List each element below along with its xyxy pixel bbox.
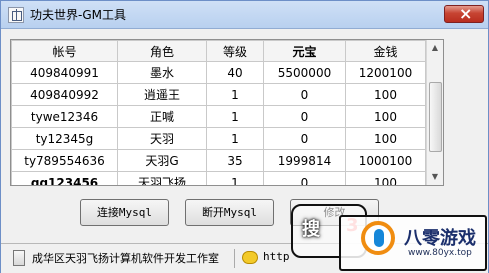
table-row[interactable]: qq123456 天羽飞扬 1 0 100	[11, 171, 426, 185]
site-logo-icon	[361, 221, 395, 255]
cell-account[interactable]: tywe12346	[11, 105, 118, 128]
document-icon	[13, 250, 25, 266]
cell-role[interactable]: 天羽飞扬	[117, 171, 207, 185]
cell-yuanbao[interactable]: 5500000	[263, 61, 346, 84]
table-header-row: 帐号 角色 等级 元宝 金钱	[11, 40, 426, 62]
cell-level[interactable]: 1	[206, 171, 264, 185]
cell-money[interactable]: 1200100	[345, 61, 426, 84]
website-link[interactable]: http	[263, 250, 290, 263]
cell-role[interactable]: 正喊	[117, 105, 207, 128]
cell-role[interactable]: 天羽G	[117, 149, 207, 172]
table-row[interactable]: tywe12346 正喊 1 0 100	[11, 105, 426, 128]
data-grid: 帐号 角色 等级 元宝 金钱 409840991 墨水 40 5500000 1…	[11, 40, 426, 185]
disconnect-mysql-button[interactable]: 断开Mysql	[185, 199, 274, 226]
app-icon	[8, 7, 24, 23]
connect-mysql-button[interactable]: 连接Mysql	[80, 199, 169, 226]
cell-level[interactable]: 40	[206, 61, 264, 84]
cell-money[interactable]: 1000100	[345, 149, 426, 172]
cell-level[interactable]: 35	[206, 149, 264, 172]
cell-level[interactable]: 1	[206, 127, 264, 150]
cell-account[interactable]: 409840992	[11, 83, 118, 106]
scroll-thumb[interactable]	[429, 82, 442, 152]
table-row[interactable]: 409840992 逍遥王 1 0 100	[11, 83, 426, 106]
cell-yuanbao[interactable]: 0	[263, 83, 346, 106]
site-url: www.80yx.top	[408, 248, 472, 258]
status-divider	[234, 249, 235, 268]
cell-money[interactable]: 100	[345, 83, 426, 106]
close-icon: ×	[459, 4, 473, 23]
scroll-down-icon[interactable]: ▼	[427, 169, 443, 185]
cell-account[interactable]: 409840991	[11, 61, 118, 84]
cell-account[interactable]: ty789554636	[11, 149, 118, 172]
cell-role[interactable]: 墨水	[117, 61, 207, 84]
table-row[interactable]: ty789554636 天羽G 35 1999814 1000100	[11, 149, 426, 172]
cell-level[interactable]: 1	[206, 83, 264, 106]
cell-yuanbao[interactable]: 0	[263, 127, 346, 150]
scroll-up-icon[interactable]: ▲	[427, 40, 443, 56]
header-account: 帐号	[11, 40, 118, 62]
cell-role[interactable]: 天羽	[117, 127, 207, 150]
cell-yuanbao[interactable]: 0	[263, 105, 346, 128]
header-level: 等级	[206, 40, 264, 62]
table-row[interactable]: 409840991 墨水 40 5500000 1200100	[11, 61, 426, 84]
title-bar: 功夫世界-GM工具 ×	[1, 1, 488, 29]
developer-studio-label: 成华区天羽飞扬计算机软件开发工作室	[32, 252, 219, 265]
cell-role[interactable]: 逍遥王	[117, 83, 207, 106]
cell-level[interactable]: 1	[206, 105, 264, 128]
cell-account[interactable]: ty12345g	[11, 127, 118, 150]
cell-money[interactable]: 100	[345, 127, 426, 150]
cell-money[interactable]: 100	[345, 171, 426, 185]
watermark-overlay-text: 搜	[302, 219, 320, 240]
account-table: 帐号 角色 等级 元宝 金钱 409840991 墨水 40 5500000 1…	[10, 39, 444, 186]
close-button[interactable]: ×	[444, 4, 484, 23]
link-icon	[242, 251, 258, 264]
vertical-scrollbar[interactable]: ▲ ▼	[426, 40, 443, 185]
header-yuanbao: 元宝	[263, 40, 346, 62]
cell-yuanbao[interactable]: 1999814	[263, 149, 346, 172]
header-role: 角色	[117, 40, 207, 62]
header-money: 金钱	[345, 40, 426, 62]
cell-account[interactable]: qq123456	[11, 171, 118, 185]
cell-money[interactable]: 100	[345, 105, 426, 128]
cell-yuanbao[interactable]: 0	[263, 171, 346, 185]
window-title: 功夫世界-GM工具	[30, 8, 126, 22]
site-title: 八零游戏	[404, 228, 476, 249]
table-row[interactable]: ty12345g 天羽 1 0 100	[11, 127, 426, 150]
main-window: 功夫世界-GM工具 × 帐号 角色 等级 元宝 金钱 409840991 墨水 …	[0, 0, 489, 273]
